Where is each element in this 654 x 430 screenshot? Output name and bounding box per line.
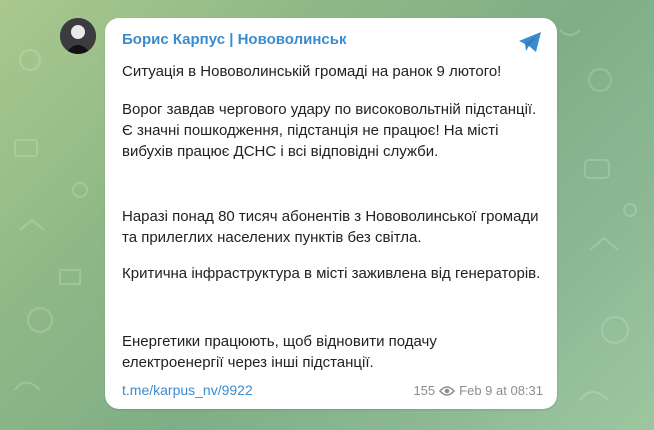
post-date: Feb 9 at 08:31	[459, 383, 543, 398]
message-meta: 155 Feb 9 at 08:31	[413, 383, 543, 398]
message-bubble: Борис Карпус | Нововолинськ Ситуація в Н…	[105, 18, 557, 409]
channel-avatar[interactable]	[60, 18, 96, 54]
avatar-photo	[60, 18, 96, 54]
channel-name[interactable]: Борис Карпус | Нововолинськ	[122, 30, 541, 50]
message-paragraph: Ситуація в Нововолинській громаді на ран…	[122, 63, 502, 80]
post-link[interactable]: t.me/karpus_nv/9922	[122, 382, 253, 398]
view-count: 155	[413, 383, 436, 398]
message-paragraph: Енергетики працюють, щоб відновити подач…	[122, 333, 437, 371]
message-paragraph: Критична інфраструктура в місті заживлен…	[122, 265, 541, 282]
share-icon[interactable]	[517, 30, 543, 54]
message-paragraph: Наразі понад 80 тисяч абонентів з Новово…	[122, 208, 539, 246]
message-paragraph: Ворог завдав чергового удару по високово…	[122, 101, 537, 160]
eye-icon	[439, 385, 456, 396]
